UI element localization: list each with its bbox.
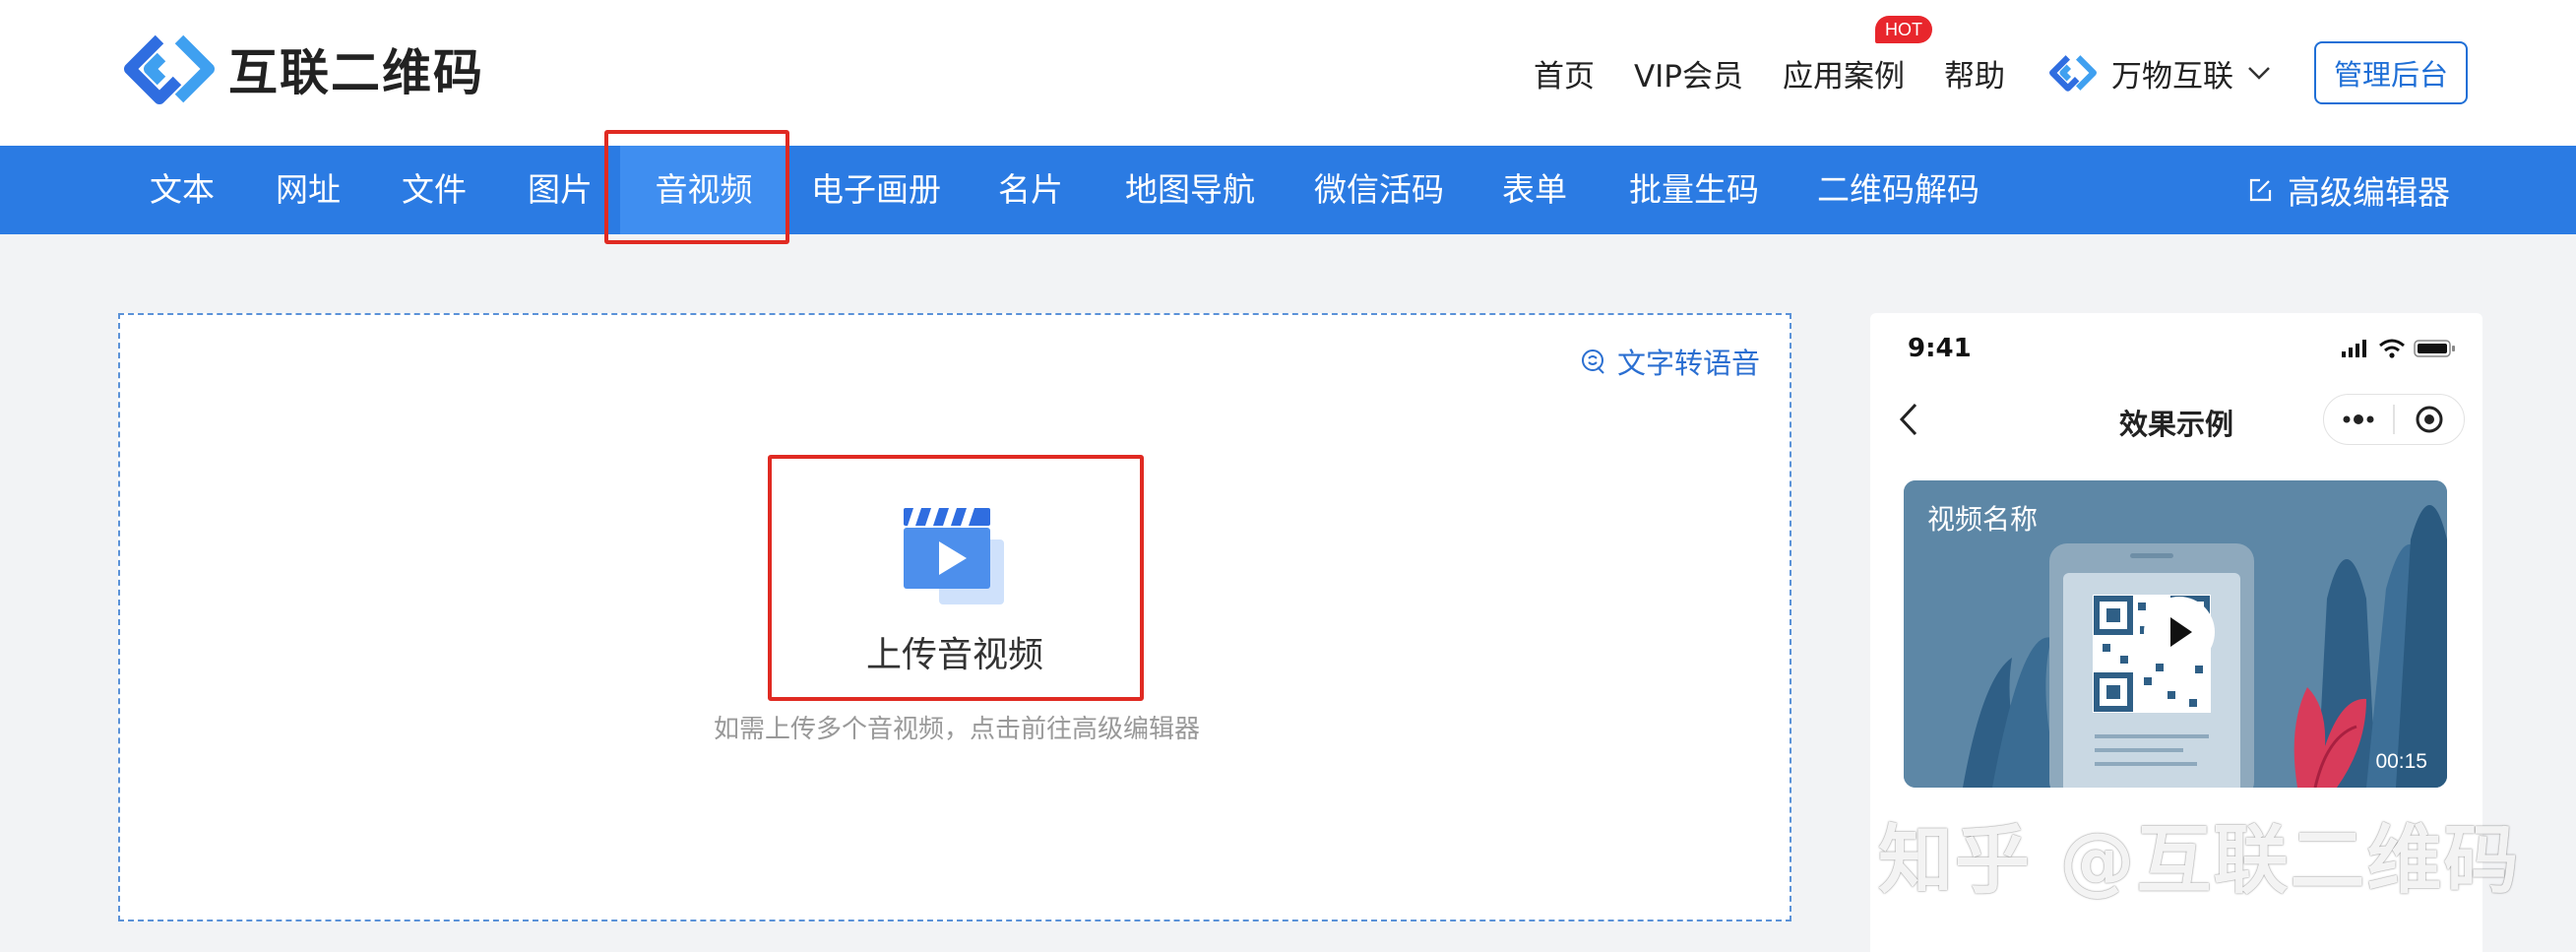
video-preview-card[interactable]: 视频名称 00:15 — [1904, 480, 2447, 788]
tab-wechat-live-code[interactable]: 微信活码 — [1314, 146, 1444, 234]
miniapp-capsule — [2323, 394, 2465, 445]
status-icons — [2333, 339, 2457, 358]
battery-icon — [2414, 340, 2455, 357]
tab-url[interactable]: 网址 — [276, 146, 341, 234]
nav-cases-label: 应用案例 — [1783, 58, 1905, 95]
brand-switch-label: 万物互联 — [2111, 58, 2233, 95]
nav-cases[interactable]: 应用案例 HOT — [1783, 15, 1932, 95]
nav-help[interactable]: 帮助 — [1944, 51, 2005, 95]
tab-text[interactable]: 文本 — [150, 146, 215, 234]
admin-button[interactable]: 管理后台 — [2314, 41, 2468, 104]
top-nav: 首页 VIP会员 应用案例 HOT 帮助 万物互联 管理后台 — [1494, 0, 2468, 146]
tab-business-card[interactable]: 名片 — [998, 146, 1063, 234]
status-time: 9:41 — [1908, 334, 1972, 363]
phone-status-bar: 9:41 — [1908, 329, 2457, 368]
voice-icon — [1581, 349, 1604, 374]
play-icon[interactable] — [2144, 597, 2215, 667]
tab-file[interactable]: 文件 — [402, 146, 467, 234]
close-target-icon[interactable] — [2395, 394, 2464, 445]
preview-header: 效果示例 — [1870, 382, 2482, 457]
tab-batch-generate[interactable]: 批量生码 — [1629, 146, 1759, 234]
site-logo[interactable]: 互联二维码 — [122, 32, 484, 106]
tab-map-navigation[interactable]: 地图导航 — [1125, 146, 1255, 234]
tab-form[interactable]: 表单 — [1502, 146, 1567, 234]
video-duration: 00:15 — [2375, 750, 2427, 773]
highlight-box-upload — [768, 455, 1144, 701]
brand-switch-dropdown[interactable]: 万物互联 — [2048, 51, 2271, 95]
tab-ebook[interactable]: 电子画册 — [811, 146, 941, 234]
advanced-editor-link[interactable]: 高级编辑器 — [2246, 146, 2450, 234]
wifi-icon — [2379, 339, 2405, 358]
highlight-box-tab — [604, 130, 789, 244]
type-tabs-bar: 文本 网址 文件 图片 音视频 电子画册 名片 地图导航 微信活码 表单 批量生… — [0, 146, 2576, 234]
hot-badge: HOT — [1875, 15, 1932, 43]
brand-name: 互联二维码 — [228, 44, 484, 101]
nav-home[interactable]: 首页 — [1534, 51, 1595, 95]
watermark-text: 知乎 @互联二维码 — [1878, 816, 2521, 904]
text-to-speech-link[interactable]: 文字转语音 — [1580, 341, 1760, 382]
tab-image[interactable]: 图片 — [528, 146, 593, 234]
advanced-editor-label: 高级编辑器 — [2288, 173, 2450, 212]
text-to-speech-label: 文字转语音 — [1616, 347, 1760, 380]
tab-qr-decode[interactable]: 二维码解码 — [1817, 146, 1979, 234]
brand-logo-icon — [124, 34, 215, 104]
signal-icon — [2342, 340, 2366, 357]
upload-hint-text: 如需上传多个音视频，点击前往高级编辑器 — [713, 715, 1200, 744]
video-name: 视频名称 — [1927, 503, 2039, 536]
brand-switch-logo-icon — [2049, 55, 2097, 92]
more-menu-icon[interactable] — [2324, 394, 2393, 445]
site-header: 互联二维码 首页 VIP会员 应用案例 HOT 帮助 万物互联 管理后台 — [0, 0, 2576, 146]
nav-vip[interactable]: VIP会员 — [1634, 51, 1743, 95]
chevron-down-icon — [2248, 67, 2270, 80]
edit-icon — [2249, 178, 2272, 202]
